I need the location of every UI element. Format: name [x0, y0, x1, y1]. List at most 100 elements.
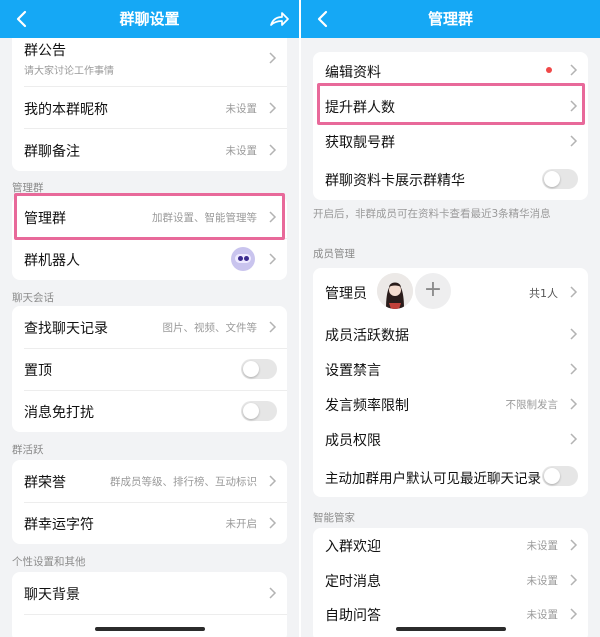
- member-permissions-row[interactable]: 成员权限: [313, 421, 588, 456]
- chevron-right-icon: [570, 100, 578, 112]
- manage-group-screen: 管理群 编辑资料 提升群人数 获取靓号群 群聊资料卡展示群精华 开启后，非群成员…: [301, 0, 600, 637]
- scheduled-message-row[interactable]: 定时消息 未设置: [313, 562, 588, 596]
- chevron-right-icon: [570, 433, 578, 445]
- group-settings-screen: 群聊设置 群公告 请大家讨论工作事情 我的本群昵称 未设置 群聊备注 未设置 管…: [0, 0, 299, 637]
- recent-history-toggle[interactable]: [542, 466, 578, 486]
- add-admin-button[interactable]: +: [415, 273, 451, 309]
- my-nickname-row[interactable]: 我的本群昵称 未设置: [12, 87, 287, 129]
- mute-settings-row[interactable]: 设置禁言: [313, 351, 588, 386]
- chevron-right-icon: [570, 363, 578, 375]
- row-label: 群聊资料卡展示群精华: [325, 173, 465, 189]
- top-nav-bar: 群聊设置: [0, 0, 299, 38]
- chevron-right-icon: [269, 517, 277, 529]
- group-honor-row[interactable]: 群荣誉 群成员等级、排行榜、互动标识: [12, 460, 287, 502]
- chevron-right-icon: [269, 211, 277, 223]
- chevron-right-icon: [570, 64, 578, 76]
- row-label: 置顶: [24, 363, 52, 379]
- page-title: 管理群: [427, 10, 473, 28]
- row-value: 未设置: [225, 145, 258, 157]
- chat-background-row[interactable]: 聊天背景: [12, 572, 287, 614]
- row-label: 群机器人: [24, 253, 80, 269]
- show-essence-toggle[interactable]: [542, 169, 578, 189]
- top-nav-bar: 管理群: [301, 0, 600, 38]
- row-value: 未设置: [526, 540, 559, 552]
- section-header-smart: 智能管家: [313, 512, 355, 524]
- section-header-chat: 聊天会话: [12, 292, 54, 304]
- row-label: 管理员: [325, 286, 367, 302]
- divider: [24, 614, 287, 615]
- chevron-right-icon: [269, 52, 277, 64]
- do-not-disturb-toggle[interactable]: [241, 401, 277, 421]
- get-premium-group-id-row[interactable]: 获取靓号群: [313, 123, 588, 161]
- increase-member-limit-row[interactable]: 提升群人数: [313, 89, 588, 123]
- page-title: 群聊设置: [119, 10, 180, 28]
- row-label: 群幸运字符: [24, 517, 94, 533]
- section-header-other: 个性设置和其他: [12, 556, 86, 568]
- row-label: 消息免打扰: [24, 405, 94, 421]
- group-remark-row[interactable]: 群聊备注 未设置: [12, 129, 287, 171]
- row-label: 获取靓号群: [325, 135, 395, 151]
- chat-session-card: 查找聊天记录 图片、视频、文件等 置顶 消息免打扰: [12, 306, 287, 432]
- pin-chat-row: 置顶: [12, 349, 287, 390]
- chevron-right-icon: [269, 475, 277, 487]
- row-label: 成员权限: [325, 433, 381, 449]
- row-value: 图片、视频、文件等: [162, 322, 258, 334]
- group-announcement-row[interactable]: 群公告 请大家讨论工作事情: [12, 38, 287, 84]
- row-label: 管理群: [24, 211, 66, 227]
- admin-row[interactable]: 管理员 + 共1人: [313, 268, 588, 316]
- row-label: 成员活跃数据: [325, 328, 409, 344]
- member-activity-row[interactable]: 成员活跃数据: [313, 316, 588, 351]
- row-label: 查找聊天记录: [24, 321, 108, 337]
- chevron-right-icon: [269, 144, 277, 156]
- row-value: 不限制发言: [505, 399, 559, 411]
- row-value: 未设置: [526, 609, 559, 621]
- search-chat-history-row[interactable]: 查找聊天记录 图片、视频、文件等: [12, 306, 287, 348]
- chevron-right-icon: [570, 286, 578, 298]
- smart-assistant-card: 入群欢迎 未设置 定时消息 未设置 自助问答 未设置: [313, 528, 588, 637]
- row-label: 我的本群昵称: [24, 102, 108, 118]
- lucky-character-row[interactable]: 群幸运字符 未开启: [12, 503, 287, 544]
- essence-hint-text: 开启后，非群成员可在资料卡查看最近3条精华消息: [313, 208, 551, 220]
- edit-profile-row[interactable]: 编辑资料: [313, 52, 588, 89]
- row-value: 群成员等级、排行榜、互动标识: [110, 476, 257, 488]
- home-indicator: [395, 627, 506, 631]
- avatar: [377, 273, 413, 309]
- red-dot-badge: [546, 67, 552, 73]
- admin-count: 共1人: [529, 287, 558, 300]
- chevron-right-icon: [269, 253, 277, 265]
- chevron-right-icon: [570, 328, 578, 340]
- row-value: 未设置: [526, 575, 559, 587]
- row-label: 主动加群用户默认可见最近聊天记录: [325, 471, 541, 487]
- row-label: 聊天背景: [24, 587, 80, 603]
- chevron-right-icon: [269, 321, 277, 333]
- row-value: 未设置: [225, 103, 258, 115]
- do-not-disturb-row: 消息免打扰: [12, 391, 287, 432]
- row-label: 发言频率限制: [325, 398, 409, 414]
- share-icon[interactable]: [269, 9, 289, 29]
- row-value: 未开启: [225, 518, 258, 530]
- home-indicator: [94, 627, 205, 631]
- manage-group-row[interactable]: 管理群 加群设置、智能管理等: [12, 196, 287, 238]
- recent-history-visible-row: 主动加群用户默认可见最近聊天记录: [313, 456, 588, 497]
- row-label: 自助问答: [325, 608, 381, 624]
- welcome-message-row[interactable]: 入群欢迎 未设置: [313, 528, 588, 562]
- chevron-right-icon: [269, 587, 277, 599]
- row-label: 提升群人数: [325, 100, 395, 116]
- section-header-members: 成员管理: [313, 248, 355, 260]
- section-header-active: 群活跃: [12, 444, 44, 456]
- auto-reply-row[interactable]: 自助问答 未设置: [313, 596, 588, 630]
- group-profile-card: 编辑资料 提升群人数 获取靓号群 群聊资料卡展示群精华: [313, 52, 588, 200]
- robot-icon: [231, 247, 255, 271]
- section-header-manage: 管理群: [12, 182, 44, 194]
- row-label: 群公告: [24, 43, 66, 59]
- row-label: 编辑资料: [325, 65, 381, 81]
- chevron-right-icon: [570, 135, 578, 147]
- pin-toggle[interactable]: [241, 359, 277, 379]
- chevron-right-icon: [570, 608, 578, 620]
- show-group-essence-row: 群聊资料卡展示群精华: [313, 161, 588, 200]
- chevron-right-icon: [570, 539, 578, 551]
- chevron-right-icon: [269, 102, 277, 114]
- group-robot-row[interactable]: 群机器人: [12, 239, 287, 280]
- row-label: 入群欢迎: [325, 539, 381, 555]
- speech-frequency-row[interactable]: 发言频率限制 不限制发言: [313, 386, 588, 421]
